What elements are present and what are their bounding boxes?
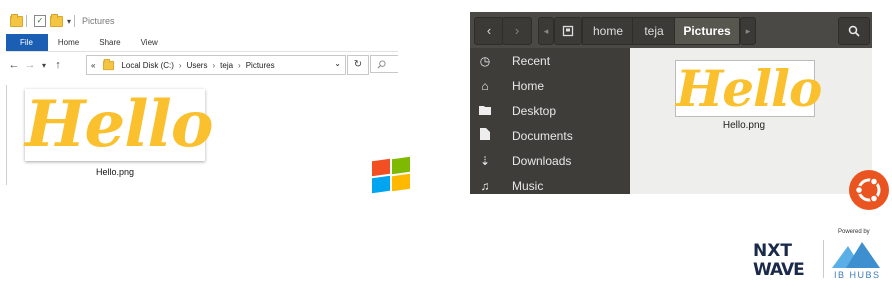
sidebar-item-documents[interactable]: Documents [470,123,630,148]
sidebar: ◷ Recent ⌂ Home Desktop Documents ⇣ Down… [470,48,630,194]
breadcrumb-separator: › [212,60,216,70]
search-button[interactable] [838,17,870,45]
recent-locations-icon[interactable]: ▾ [38,61,50,70]
tab-view[interactable]: View [131,34,168,51]
brand-divider [823,240,824,278]
brand-logo-line2: WAVE [753,260,805,280]
refresh-icon[interactable]: ↻ [347,55,369,75]
file-thumbnail[interactable]: Hello [25,87,214,162]
tab-home[interactable]: Home [48,34,89,51]
properties-icon[interactable]: ✓ [34,15,46,27]
breadcrumb-users[interactable]: Users [187,61,208,70]
folder-icon [470,104,500,118]
download-icon: ⇣ [479,153,491,168]
ribbon: File Home Share View [6,34,398,52]
sidebar-item-downloads[interactable]: ⇣ Downloads [470,148,630,173]
divider [26,15,27,27]
music-icon: ♫ [480,178,490,193]
back-arrow-icon[interactable]: ← [6,59,22,71]
breadcrumb-local-disk[interactable]: Local Disk (C:) [121,61,173,70]
sidebar-item-label: Downloads [512,153,572,168]
sidebar-item-home[interactable]: ⌂ Home [470,73,630,98]
quick-access-dropdown-icon[interactable]: ▾ [67,17,71,26]
path-teja[interactable]: teja [632,17,676,45]
search-input[interactable] [370,55,398,73]
path-left-icon[interactable]: ◂ [538,17,554,45]
windows-explorer-window: ✓ ▾ Pictures File Home Share View ← → ▾ … [6,9,398,185]
path-pictures[interactable]: Pictures [674,17,740,45]
tab-file[interactable]: File [6,34,48,51]
sidebar-item-recent[interactable]: ◷ Recent [470,48,630,73]
sidebar-item-label: Music [512,178,544,193]
path-right-icon[interactable]: ▸ [740,17,756,45]
breadcrumb-pictures[interactable]: Pictures [246,61,275,70]
forward-arrow-icon[interactable]: → [22,59,38,71]
brand-logo-line1: NXT [753,241,792,261]
file-name[interactable]: Hello.png [675,120,813,131]
up-arrow-icon[interactable]: ↑ [50,59,66,71]
partner-name: IB HUBS [834,270,881,280]
back-button[interactable]: ‹ [474,17,504,45]
tab-share[interactable]: Share [89,34,130,51]
header-bar: ‹ › ◂ home teja Pictures ▸ [470,12,872,48]
title-bar: ✓ ▾ Pictures [6,9,398,33]
breadcrumb-teja[interactable]: teja [220,61,233,70]
thumbnail-image-text: Hello [25,87,214,162]
ib-hubs-mountain-icon [832,242,880,268]
ubuntu-logo-icon [849,170,889,210]
root-drive-icon[interactable] [554,17,582,45]
search-icon [848,25,860,37]
pane-edge [6,85,7,185]
forward-button[interactable]: › [502,17,532,45]
divider [74,15,76,27]
file-name[interactable]: Hello.png [25,167,205,177]
sidebar-item-desktop[interactable]: Desktop [470,98,630,123]
folder-icon [10,13,23,27]
address-bar[interactable]: « Local Disk (C:) › Users › teja › Pictu… [86,55,346,75]
sidebar-item-music[interactable]: ♫ Music [470,173,630,194]
sidebar-item-label: Recent [512,53,551,68]
powered-by-label: Powered by [838,229,870,235]
ubuntu-files-window: ‹ › ◂ home teja Pictures ▸ ◷ Recent ⌂ Ho… [470,12,872,194]
navigation-bar: ← → ▾ ↑ « Local Disk (C:) › Users › teja… [6,53,398,77]
home-icon: ⌂ [481,78,489,93]
breadcrumb-separator: › [238,60,241,70]
window-title: Pictures [82,16,115,26]
new-folder-icon[interactable] [50,13,63,27]
breadcrumb-prefix: « [91,60,96,70]
windows-logo-icon [372,156,414,194]
file-thumbnail[interactable]: Hello [675,59,822,118]
folder-icon [103,58,115,70]
thumbnail-image-text: Hello [676,59,822,118]
clock-icon: ◷ [479,53,491,68]
address-dropdown-icon[interactable]: ⌄ [334,59,341,68]
sidebar-item-label: Home [512,78,545,93]
sidebar-item-label: Documents [512,128,573,143]
search-icon [377,60,386,69]
path-home[interactable]: home [582,17,634,45]
document-icon [470,128,500,143]
file-view: Hello Hello.png [630,48,872,194]
sidebar-item-label: Desktop [512,103,557,118]
breadcrumb-separator: › [178,60,182,70]
